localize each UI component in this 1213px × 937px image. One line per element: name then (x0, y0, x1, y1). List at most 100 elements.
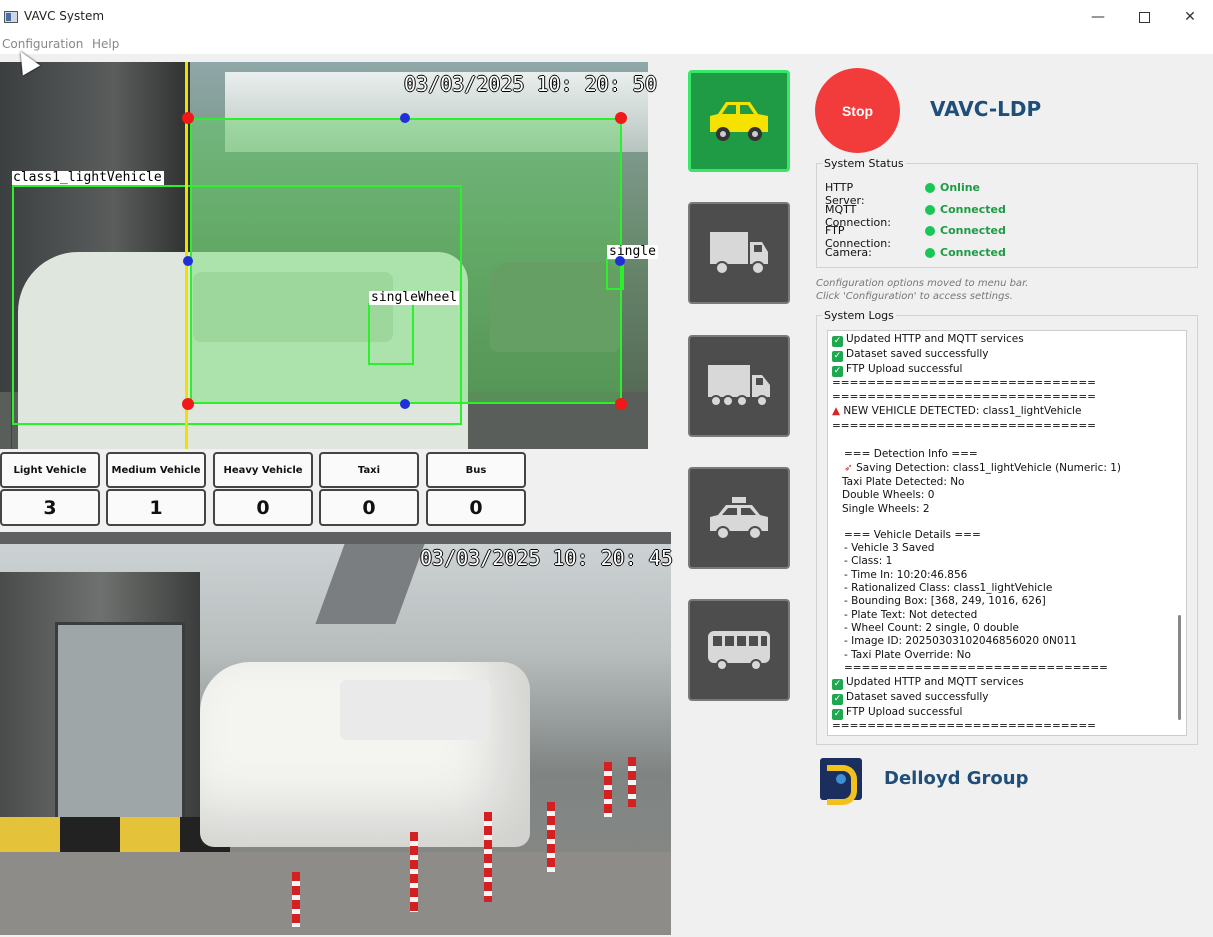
log-line: Single Wheels: 2 (842, 503, 930, 515)
config-note-line: Configuration options moved to menu bar. (816, 278, 1029, 289)
log-line: ✓ Updated HTTP and MQTT services (832, 333, 1024, 347)
car-icon (710, 102, 768, 141)
config-note: Configuration options moved to menu bar.… (816, 277, 1028, 303)
title-bar: VAVC System — ✕ (0, 0, 1213, 34)
log-line: === Detection Info === (844, 448, 978, 460)
bus-icon (708, 631, 770, 671)
log-line: ▲ NEW VEHICLE DETECTED: class1_lightVehi… (832, 405, 1082, 417)
traffic-cone (604, 762, 612, 817)
zone-corner-marker (615, 398, 627, 410)
menu-bar: Configuration Help (0, 34, 1213, 54)
app-title: VAVC-LDP (930, 97, 1042, 121)
class-button-bus[interactable] (688, 599, 790, 701)
counter-value: 3 (0, 489, 100, 526)
counter-label: Heavy Vehicle (213, 452, 313, 488)
menu-help[interactable]: Help (92, 37, 119, 51)
status-led-icon (925, 205, 935, 215)
log-output[interactable]: ✓ Updated HTTP and MQTT services ✓ Dataset… (827, 330, 1187, 736)
maximize-button[interactable] (1121, 4, 1167, 30)
heavy-truck-icon (708, 365, 770, 407)
wheel-bounding-box (368, 303, 414, 365)
status-led-icon (925, 248, 935, 258)
zone-mid-marker (615, 256, 625, 266)
config-note-line: Click 'Configuration' to access settings… (816, 291, 1013, 302)
log-line: ============================== (832, 420, 1096, 432)
counter-value: 1 (106, 489, 206, 526)
check-icon: ✓ (832, 694, 843, 705)
class-button-light-vehicle[interactable] (688, 70, 790, 172)
zone-corner-marker (182, 112, 194, 124)
traffic-cone (547, 802, 555, 872)
check-icon: ✓ (832, 351, 843, 362)
counter-value: 0 (426, 489, 526, 526)
log-line: ============================== (832, 377, 1096, 389)
status-value: Connected (940, 203, 1006, 216)
maximize-icon (1138, 11, 1150, 23)
zone-mid-marker (400, 113, 410, 123)
zone-corner-marker (615, 112, 627, 124)
camera-1-timestamp: 03/03/2025 10: 20: 50 (404, 72, 657, 96)
system-logs-title: System Logs (822, 309, 896, 322)
truck-icon (710, 232, 768, 275)
log-line: ✓ Dataset saved successfully (832, 691, 989, 705)
taxi-icon (710, 497, 768, 540)
minimize-icon: — (1091, 9, 1105, 25)
status-led-icon (925, 183, 935, 193)
close-button[interactable]: ✕ (1167, 4, 1213, 30)
status-value: Connected (940, 224, 1006, 237)
exit-line (11, 62, 12, 449)
log-line: - Bounding Box: [368, 249, 1016, 626] (844, 595, 1046, 607)
wheel-class-label: singleWheel (369, 290, 460, 305)
counter-label: Medium Vehicle (106, 452, 206, 488)
class-button-heavy-vehicle[interactable] (688, 335, 790, 437)
zone-mid-marker (183, 256, 193, 266)
status-value: Online (940, 181, 981, 194)
log-line: ============================== (844, 662, 1108, 674)
status-label: Camera: (825, 246, 872, 259)
counter-label: Taxi (319, 452, 419, 488)
scene-curb (0, 817, 230, 852)
stop-button[interactable]: Stop (815, 68, 900, 153)
scene-road (0, 852, 671, 935)
traffic-cone (628, 757, 636, 807)
log-line: ============================== (832, 720, 1096, 732)
class-button-taxi[interactable] (688, 467, 790, 569)
scene-canopy-support (315, 544, 425, 624)
check-icon: ✓ (832, 679, 843, 690)
counter-taxi: Taxi 0 (319, 452, 419, 526)
rocket-icon: ➶ (844, 462, 857, 474)
status-value: Connected (940, 246, 1006, 259)
zone-mid-marker (400, 399, 410, 409)
log-line: - Image ID: 20250303102046856020 0N011 (844, 635, 1077, 647)
status-led-icon (925, 226, 935, 236)
traffic-cone (410, 832, 418, 912)
log-line: ✓ Updated HTTP and MQTT services (832, 676, 1024, 690)
minimize-button[interactable]: — (1075, 4, 1121, 30)
log-scrollbar-thumb[interactable] (1178, 615, 1181, 720)
check-icon: ✓ (832, 709, 843, 720)
menu-configuration[interactable]: Configuration (2, 37, 83, 51)
log-line: ➶ Saving Detection: class1_lightVehicle … (844, 462, 1122, 474)
log-line: - Rationalized Class: class1_lightVehicl… (844, 582, 1053, 594)
check-icon: ✓ (832, 336, 843, 347)
log-line: === Vehicle Details === (844, 529, 981, 541)
alert-icon: ▲ (832, 405, 844, 417)
log-line: - Time In: 10:20:46.856 (844, 569, 968, 581)
traffic-cone (292, 872, 300, 927)
log-line: - Class: 1 (844, 555, 893, 567)
close-icon: ✕ (1184, 9, 1196, 25)
check-icon: ✓ (832, 366, 843, 377)
log-line: - Plate Text: Not detected (844, 609, 978, 621)
scene-booth-window (55, 622, 185, 822)
log-line: - Taxi Plate Override: No (844, 649, 971, 661)
class-button-medium-vehicle[interactable] (688, 202, 790, 304)
log-line: ✓ FTP Upload successful (832, 706, 963, 720)
company-name: Delloyd Group (884, 768, 1029, 789)
traffic-cone (484, 812, 492, 902)
window-title: VAVC System (24, 9, 105, 23)
counter-light-vehicle: Light Vehicle 3 (0, 452, 100, 526)
log-line: - Wheel Count: 2 single, 0 double (844, 622, 1019, 634)
company-logo (820, 758, 862, 805)
log-line: - Vehicle 3 Saved (844, 542, 935, 554)
counter-value: 0 (213, 489, 313, 526)
